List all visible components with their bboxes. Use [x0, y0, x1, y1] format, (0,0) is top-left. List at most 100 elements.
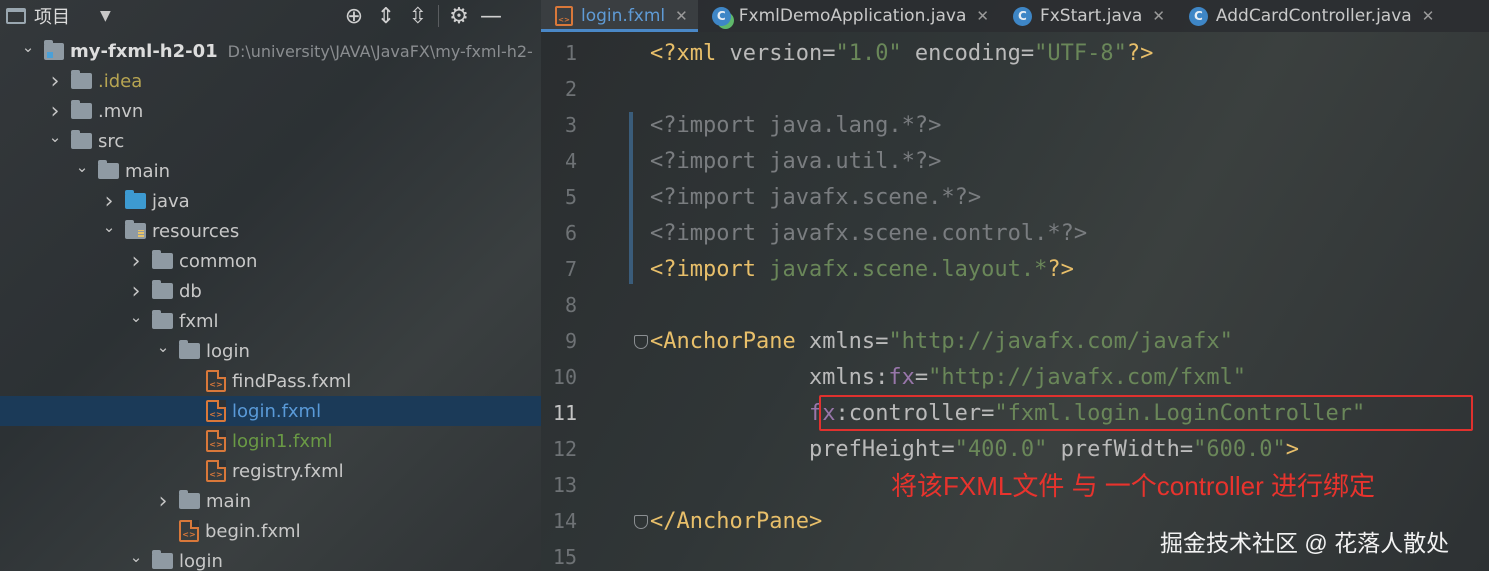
close-icon[interactable]: ✕ — [675, 7, 688, 25]
editor-tab[interactable]: <> login.fxml ✕ — [541, 0, 698, 32]
close-icon[interactable]: ✕ — [1152, 7, 1165, 25]
expand-all-icon[interactable]: ⇕ — [370, 0, 402, 32]
code-token: javafx.scene.layout.* — [769, 257, 1048, 282]
tree-item[interactable]: › .mvn — [0, 96, 541, 126]
folder-icon — [71, 130, 92, 149]
tree-item-label: my-fxml-h2-01 — [70, 40, 218, 62]
tree-item[interactable]: ›<>findPass.fxml — [0, 366, 541, 396]
code-line[interactable]: <?import java.util.*?> — [650, 144, 941, 180]
tree-item[interactable]: ⌄ src — [0, 126, 541, 156]
code-line[interactable]: <?xml version="1.0" encoding="UTF-8"?> — [650, 36, 1153, 72]
code-line[interactable]: <?import java.lang.*?> — [650, 108, 941, 144]
line-number: 10 — [552, 365, 577, 389]
line-number: 15 — [552, 545, 577, 569]
tree-item[interactable]: ›<>begin.fxml — [0, 516, 541, 546]
chevron-right-icon[interactable]: › — [128, 249, 144, 274]
chevron-down-icon[interactable]: ⌄ — [74, 158, 90, 176]
tree-item[interactable]: › .idea — [0, 66, 541, 96]
line-number: 1 — [564, 41, 577, 65]
resources-folder-icon — [125, 220, 146, 239]
tree-item-label: .mvn — [98, 100, 144, 122]
chevron-down-icon[interactable]: ⌄ — [101, 218, 117, 236]
code-token: prefWidth — [1047, 437, 1180, 462]
code-token: "http://javafx.com/fxml" — [928, 365, 1247, 390]
tree-item[interactable]: ⌄ login — [0, 546, 541, 571]
tree-item[interactable]: › main — [0, 486, 541, 516]
highlight-box — [819, 395, 1473, 431]
close-icon[interactable]: ✕ — [1422, 7, 1435, 25]
folder-icon — [71, 100, 92, 119]
chevron-down-icon[interactable]: ▼ — [100, 8, 111, 24]
collapse-all-icon[interactable]: ⇳ — [402, 0, 434, 32]
tree-item[interactable]: ⌄ main — [0, 156, 541, 186]
fold-icon[interactable] — [634, 515, 648, 529]
code-token: > — [1285, 437, 1300, 462]
code-token: = — [914, 365, 929, 390]
code-line[interactable]: <?import javafx.scene.*?> — [650, 180, 981, 216]
editor-tab[interactable]: C FxStart.java ✕ — [999, 0, 1175, 32]
chevron-right-icon[interactable]: › — [47, 99, 63, 124]
tree-item-label: .idea — [98, 70, 143, 92]
locate-icon[interactable]: ⊕ — [338, 0, 370, 32]
chevron-down-icon[interactable]: ⌄ — [155, 338, 171, 356]
code-line[interactable]: <?import javafx.scene.control.*?> — [650, 216, 1087, 252]
code-line[interactable]: <AnchorPane xmlns="http://javafx.com/jav… — [650, 324, 1233, 360]
tree-item[interactable]: ⌄ my-fxml-h2-01 D:\university\JAVA\JavaFX\… — [0, 36, 541, 66]
code-token: "600.0" — [1193, 437, 1286, 462]
chevron-right-icon[interactable]: › — [47, 69, 63, 94]
code-token: <?import java.lang.*?> — [650, 113, 942, 138]
tree-item[interactable]: ›<>login1.fxml — [0, 426, 541, 456]
tree-item[interactable]: › java — [0, 186, 541, 216]
code-token: </AnchorPane> — [650, 509, 823, 534]
chevron-right-icon[interactable]: › — [101, 189, 117, 214]
chevron-down-icon[interactable]: ⌄ — [47, 128, 63, 146]
chevron-down-icon[interactable]: ⌄ — [20, 38, 36, 56]
gear-icon[interactable]: ⚙ — [443, 0, 475, 32]
fxml-file-icon: <> — [555, 6, 573, 26]
code-token: ?> — [1047, 257, 1074, 282]
tree-item[interactable]: ⌄ login — [0, 336, 541, 366]
tree-item[interactable]: ⌄ resources — [0, 216, 541, 246]
tree-item-label: db — [179, 280, 202, 302]
annotation-text: 将该FXML文件 与 一个controller 进行绑定 — [891, 471, 1375, 501]
tree-item-label: login — [179, 550, 223, 571]
code-token: version — [729, 41, 823, 66]
code-line[interactable]: <?import javafx.scene.layout.*?> — [650, 252, 1074, 288]
code-token: "400.0" — [954, 437, 1048, 462]
vcs-change-marker[interactable] — [629, 112, 633, 284]
tree-item[interactable]: › common — [0, 246, 541, 276]
minimize-icon[interactable]: — — [475, 0, 507, 32]
line-number: 7 — [564, 257, 577, 281]
code-token: "UTF-8" — [1034, 41, 1127, 66]
tree-item[interactable]: ⌄ fxml — [0, 306, 541, 336]
fxml-file-icon: <> — [206, 370, 226, 392]
folder-icon — [179, 340, 200, 359]
code-token: = — [1020, 41, 1035, 66]
tree-item[interactable]: ›<>registry.fxml — [0, 456, 541, 486]
toolbar-divider — [438, 5, 439, 27]
tree-item[interactable]: › db — [0, 276, 541, 306]
close-icon[interactable]: ✕ — [976, 7, 989, 25]
tree-item[interactable]: ›<>login.fxml — [0, 396, 541, 426]
editor-tab[interactable]: C AddCardController.java ✕ — [1175, 0, 1444, 32]
fxml-file-icon: <> — [206, 460, 226, 482]
project-view-icon — [6, 8, 26, 24]
folder-icon — [152, 310, 173, 329]
code-token: <?import javafx.scene.*?> — [650, 185, 982, 210]
project-panel-title[interactable]: 项目 — [34, 3, 70, 29]
fold-icon[interactable] — [634, 335, 648, 349]
chevron-down-icon[interactable]: ⌄ — [128, 548, 144, 566]
code-line[interactable]: xmlns:fx="http://javafx.com/fxml" — [650, 360, 1246, 396]
chevron-right-icon[interactable]: › — [155, 489, 171, 514]
tree-item-label: findPass.fxml — [232, 370, 352, 392]
chevron-right-icon[interactable]: › — [128, 279, 144, 304]
chevron-down-icon[interactable]: ⌄ — [128, 308, 144, 326]
tab-label: FxStart.java — [1039, 6, 1143, 26]
folder-icon — [179, 490, 200, 509]
project-panel-header: 项目 ▼ ⊕ ⇕ ⇳ ⚙ — — [0, 0, 541, 32]
editor-tab[interactable]: C FxmlDemoApplication.java ✕ — [698, 0, 999, 32]
code-line[interactable]: </AnchorPane> — [650, 504, 822, 540]
code-line[interactable]: prefHeight="400.0" prefWidth="600.0"> — [650, 432, 1299, 468]
module-folder-icon — [44, 39, 64, 60]
